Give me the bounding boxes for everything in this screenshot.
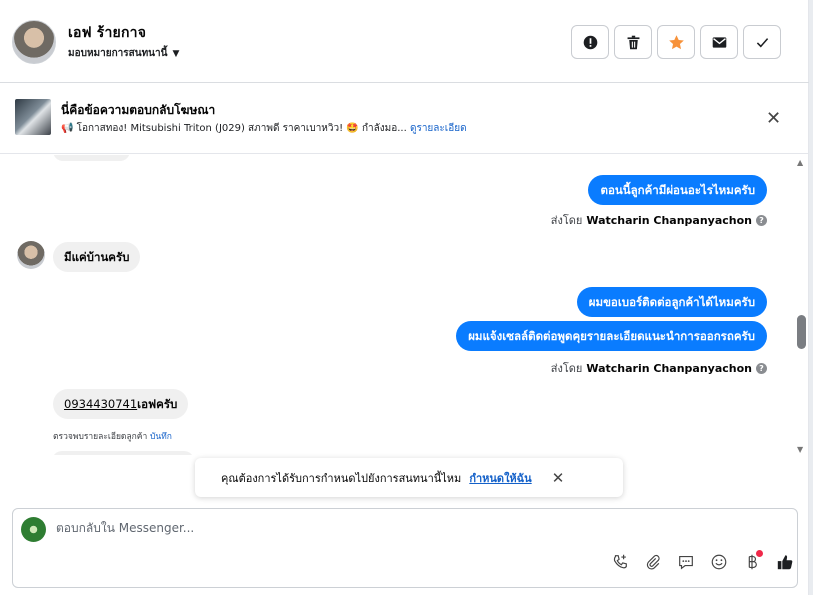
save-details-link[interactable]: บันทึก bbox=[150, 432, 172, 442]
sent-by-label: ส่งโดย Watcharin Chanpanyachon ? bbox=[551, 359, 767, 377]
chat-bubble-icon bbox=[678, 555, 693, 569]
sent-by-label: ส่งโดย Watcharin Chanpanyachon ? bbox=[551, 211, 767, 229]
message-list[interactable]: ตอนนี้ลูกค้ามีผ่อนอะไรไหมครับ ส่งโดย Wat… bbox=[0, 155, 795, 455]
emoji-button[interactable] bbox=[706, 549, 731, 574]
payment-button[interactable] bbox=[739, 549, 764, 574]
ad-details-link[interactable]: ดูรายละเอียด bbox=[410, 123, 467, 134]
contact-name[interactable]: เอฟ ร้ายกาจ bbox=[68, 22, 146, 44]
header-actions bbox=[571, 25, 781, 59]
star-button[interactable] bbox=[657, 25, 695, 59]
sender-name: Watcharin Chanpanyachon bbox=[586, 213, 752, 227]
reply-input[interactable] bbox=[56, 521, 656, 535]
assign-to-me-link[interactable]: กำหนดให้ฉัน bbox=[469, 469, 531, 487]
message-bubble-partial bbox=[52, 451, 194, 455]
incoming-message[interactable]: 0934430741เอฟครับ bbox=[53, 389, 189, 419]
phone-number-link[interactable]: 0934430741 bbox=[64, 397, 137, 411]
spam-icon bbox=[583, 35, 597, 49]
composer-tools bbox=[607, 549, 797, 574]
outgoing-message[interactable]: ผมแจ้งเซลล์ติดต่อพูดคุยรายละเอียดแนะนำกา… bbox=[456, 321, 767, 351]
sent-by-prefix: ส่งโดย bbox=[550, 214, 583, 227]
contact-avatar-small bbox=[17, 241, 45, 269]
caret-down-icon: ▼ bbox=[172, 48, 180, 59]
call-button[interactable] bbox=[607, 549, 632, 574]
assign-prompt-toast: คุณต้องการได้รับการกำหนดไปยังการสนทนานี้… bbox=[195, 458, 623, 497]
info-icon[interactable]: ? bbox=[756, 214, 767, 226]
scrollbar-thumb[interactable] bbox=[797, 315, 806, 349]
ad-text: 📢 โอกาสทอง! Mitsubishi Triton (J029) สภา… bbox=[61, 123, 407, 134]
reply-composer bbox=[12, 508, 798, 588]
delete-button[interactable] bbox=[614, 25, 652, 59]
notification-dot bbox=[756, 550, 763, 557]
outgoing-message[interactable]: ผมขอเบอร์ติดต่อลูกค้าได้ไหมครับ bbox=[576, 287, 767, 317]
ad-description: 📢 โอกาสทอง! Mitsubishi Triton (J029) สภา… bbox=[61, 121, 467, 136]
note-text: ตรวจพบรายละเอียดลูกค้า bbox=[53, 432, 150, 442]
smiley-icon bbox=[711, 554, 726, 569]
like-button[interactable] bbox=[772, 549, 797, 574]
assign-dropdown[interactable]: มอบหมายการสนทนานี้ ▼ bbox=[68, 46, 179, 61]
info-icon[interactable]: ? bbox=[756, 362, 767, 374]
check-icon bbox=[756, 37, 768, 47]
conversation-header: เอฟ ร้ายกาจ มอบหมายการสนทนานี้ ▼ bbox=[0, 0, 809, 83]
thumbs-up-icon bbox=[777, 554, 792, 569]
sender-name: Watcharin Chanpanyachon bbox=[586, 361, 752, 375]
saved-replies-button[interactable] bbox=[673, 549, 698, 574]
phone-plus-icon bbox=[613, 554, 627, 568]
detected-details-note: ตรวจพบรายละเอียดลูกค้า บันทึก bbox=[53, 429, 172, 443]
assign-label: มอบหมายการสนทนานี้ bbox=[68, 48, 168, 59]
ad-reply-banner: นี่คือข้อความตอบกลับโฆษณา 📢 โอกาสทอง! Mi… bbox=[0, 84, 809, 154]
contact-avatar[interactable] bbox=[12, 20, 56, 64]
paperclip-icon bbox=[646, 554, 660, 570]
mark-done-button[interactable] bbox=[743, 25, 781, 59]
ad-title: นี่คือข้อความตอบกลับโฆษณา bbox=[61, 103, 216, 117]
envelope-icon bbox=[712, 36, 726, 48]
close-icon[interactable]: ✕ bbox=[766, 110, 781, 128]
ad-thumbnail bbox=[15, 99, 51, 135]
attach-button[interactable] bbox=[640, 549, 665, 574]
page-avatar bbox=[21, 517, 46, 542]
trash-icon bbox=[627, 35, 639, 49]
outgoing-message[interactable]: ตอนนี้ลูกค้ามีผ่อนอะไรไหมครับ bbox=[588, 175, 767, 205]
scroll-down-arrow[interactable]: ▼ bbox=[797, 445, 803, 454]
mark-spam-button[interactable] bbox=[571, 25, 609, 59]
incoming-message[interactable]: มีแค่บ้านครับ bbox=[53, 242, 141, 272]
close-icon[interactable]: ✕ bbox=[552, 469, 565, 487]
message-text: เอฟครับ bbox=[137, 397, 178, 411]
message-bubble-partial bbox=[53, 155, 130, 161]
sent-by-prefix: ส่งโดย bbox=[550, 362, 583, 375]
toast-text: คุณต้องการได้รับการกำหนดไปยังการสนทนานี้… bbox=[221, 471, 462, 485]
star-icon bbox=[668, 34, 684, 49]
mark-unread-button[interactable] bbox=[700, 25, 738, 59]
scroll-up-arrow[interactable]: ▲ bbox=[797, 158, 803, 167]
conversation-panel: เอฟ ร้ายกาจ มอบหมายการสนทนานี้ ▼ นี่คือข… bbox=[0, 0, 809, 595]
